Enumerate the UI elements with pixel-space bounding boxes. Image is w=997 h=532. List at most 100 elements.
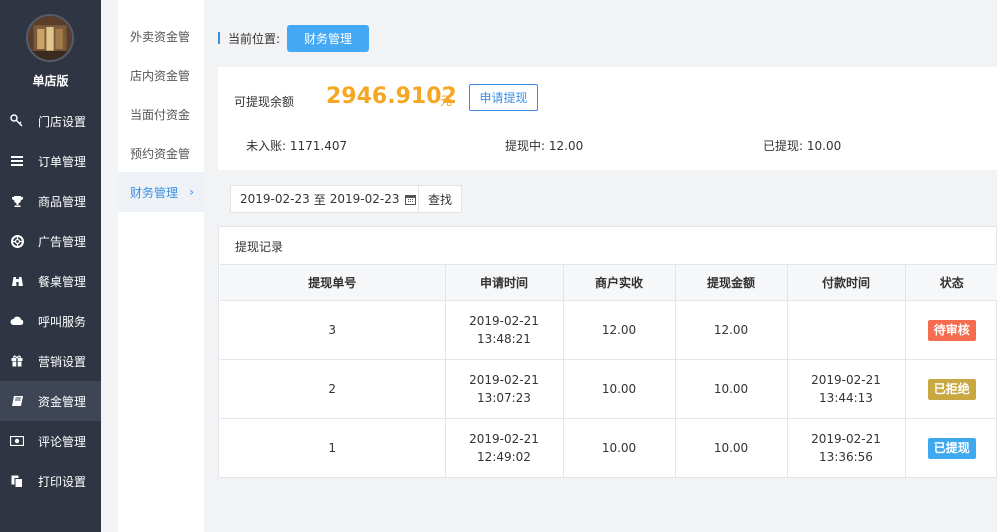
sidebar-item-label: 打印设置 (38, 474, 87, 489)
pay-clock: 13:44:13 (819, 391, 873, 405)
status-badge: 已提现 (927, 437, 976, 459)
avatar[interactable] (26, 14, 74, 62)
binoculars-icon (9, 273, 25, 289)
date-separator: 至 (313, 192, 326, 207)
trophy-icon (9, 193, 25, 209)
submenu-item-label: 外卖资金管 (130, 29, 191, 44)
balance-label: 可提现余额 (234, 95, 295, 109)
apply-date: 2019-02-21 (469, 314, 539, 328)
cell-status: 待审核 (905, 300, 997, 360)
sidebar-item-store-settings[interactable]: 门店设置 (0, 101, 101, 141)
apply-date: 2019-02-21 (469, 432, 539, 446)
sidebar-item-label: 广告管理 (38, 234, 87, 249)
table-header-row: 提现单号 申请时间 商户实收 提现金额 付款时间 状态 (220, 264, 997, 301)
apply-withdraw-button[interactable]: 申请提现 (469, 84, 538, 111)
cell-id: 3 (220, 300, 446, 360)
breadcrumb-label: 当前位置: (228, 31, 281, 46)
withdrawing-stat: 提现中: 12.00 (505, 139, 584, 153)
chevron-right-icon: › (189, 185, 194, 199)
sidebar-item-label: 商品管理 (38, 194, 87, 209)
table-row: 3 2019-02-21 13:48:21 12.00 12.00 待审核 (220, 300, 997, 360)
sidebar-item-marketing[interactable]: 营销设置 (0, 341, 101, 381)
status-badge: 待审核 (927, 319, 976, 341)
sidebar-item-label: 呼叫服务 (38, 314, 87, 329)
withdraw-records-panel: 提现记录 提现单号 申请时间 商户实收 提现金额 付款时间 状态 3 2019-… (218, 226, 997, 478)
cell-status: 已提现 (905, 418, 997, 478)
submenu-item-label: 当面付资金 (130, 107, 191, 122)
pending-stat: 未入账: 1171.407 (246, 139, 348, 153)
calendar-icon (404, 194, 416, 205)
records-table: 提现单号 申请时间 商户实收 提现金额 付款时间 状态 3 2019-02-21… (220, 264, 997, 478)
column-header: 提现单号 (220, 264, 446, 301)
date-range-input[interactable]: 2019-02-23 至 2019-02-23 (230, 185, 418, 213)
balance-card: 可提现余额 2946.9102 元 申请提现 未入账: 1171.407 提现中… (218, 67, 997, 170)
breadcrumb-marker (218, 32, 220, 44)
column-header: 申请时间 (445, 264, 564, 301)
date-start: 2019-02-23 (240, 192, 310, 206)
submenu-item-label: 预约资金管 (130, 146, 191, 161)
cell-received: 12.00 (563, 300, 676, 360)
cell-amount: 10.00 (675, 418, 788, 478)
sidebar-item-label: 订单管理 (38, 154, 87, 169)
sidebar-item-label: 餐桌管理 (38, 274, 87, 289)
submenu-item-reservation-funds[interactable]: 预约资金管 (118, 133, 204, 173)
copy-icon (9, 473, 25, 489)
cell-amount: 10.00 (675, 359, 788, 419)
column-header: 提现金额 (675, 264, 788, 301)
submenu-item-delivery-funds[interactable]: 外卖资金管 (118, 16, 204, 56)
cell-pay-time: 2019-02-21 13:36:56 (787, 418, 906, 478)
search-button[interactable]: 查找 (418, 185, 462, 213)
table-row: 1 2019-02-21 12:49:02 10.00 10.00 2019-02… (220, 418, 997, 478)
breadcrumb-current[interactable]: 财务管理 (287, 25, 369, 52)
sidebar-item-print[interactable]: 打印设置 (0, 461, 101, 501)
cell-received: 10.00 (563, 359, 676, 419)
sidebar-item-tables[interactable]: 餐桌管理 (0, 261, 101, 301)
sidebar-item-label: 资金管理 (38, 394, 87, 409)
submenu: 外卖资金管 店内资金管 当面付资金 预约资金管 财务管理 › (118, 0, 204, 532)
list-icon (9, 153, 25, 169)
submenu-item-finance[interactable]: 财务管理 › (118, 172, 204, 212)
lifebuoy-icon (9, 233, 25, 249)
date-end: 2019-02-23 (329, 192, 400, 206)
money-icon (9, 433, 25, 449)
sidebar-item-call-service[interactable]: 呼叫服务 (0, 301, 101, 341)
cell-id: 2 (220, 359, 446, 419)
apply-clock: 13:48:21 (477, 332, 531, 346)
balance-unit: 元 (440, 94, 453, 108)
apply-clock: 13:07:23 (477, 391, 531, 405)
submenu-item-instore-funds[interactable]: 店内资金管 (118, 55, 204, 95)
table-row: 2 2019-02-21 13:07:23 10.00 10.00 2019-02… (220, 359, 997, 419)
column-header: 状态 (905, 264, 997, 301)
gift-icon (9, 353, 25, 369)
records-title: 提现记录 (235, 240, 284, 254)
cell-id: 1 (220, 418, 446, 478)
pay-date: 2019-02-21 (811, 373, 881, 387)
sidebar-item-orders[interactable]: 订单管理 (0, 141, 101, 181)
sidebar-item-products[interactable]: 商品管理 (0, 181, 101, 221)
cell-apply-time: 2019-02-21 13:48:21 (445, 300, 564, 360)
pay-clock: 13:36:56 (819, 450, 873, 464)
sidebar-item-reviews[interactable]: 评论管理 (0, 421, 101, 461)
key-icon (9, 113, 25, 129)
cell-apply-time: 2019-02-21 12:49:02 (445, 418, 564, 478)
sidebar-item-ads[interactable]: 广告管理 (0, 221, 101, 261)
withdrawn-stat: 已提现: 10.00 (763, 139, 842, 153)
balance-amount: 2946.9102 (326, 84, 457, 109)
submenu-item-label: 财务管理 (130, 185, 179, 200)
sidebar: 单店版 门店设置 订单管理 商品管理 广告管理 餐桌管理 呼叫服务 营销设置 资… (0, 0, 101, 532)
submenu-item-f2f-funds[interactable]: 当面付资金 (118, 94, 204, 134)
sidebar-item-label: 门店设置 (38, 114, 87, 129)
submenu-item-label: 店内资金管 (130, 68, 191, 83)
sidebar-item-funds[interactable]: 资金管理 (0, 381, 101, 421)
status-badge: 已拒绝 (927, 378, 976, 400)
store-name: 单店版 (32, 74, 69, 88)
cell-pay-time: 2019-02-21 13:44:13 (787, 359, 906, 419)
cell-pay-time (787, 300, 906, 360)
book-icon (9, 393, 25, 409)
column-header: 付款时间 (787, 264, 906, 301)
cloud-icon (9, 313, 25, 329)
column-header: 商户实收 (563, 264, 676, 301)
cell-apply-time: 2019-02-21 13:07:23 (445, 359, 564, 419)
sidebar-item-label: 评论管理 (38, 434, 87, 449)
pay-date: 2019-02-21 (811, 432, 881, 446)
